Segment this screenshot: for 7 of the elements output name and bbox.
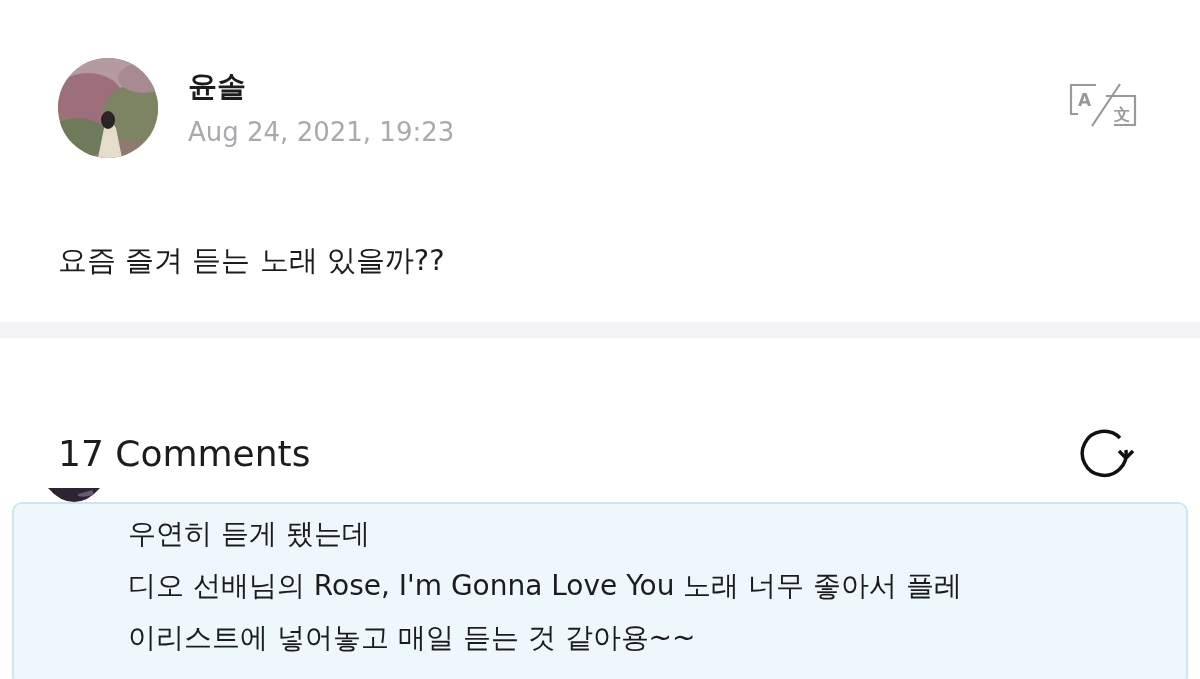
post-text: 요즘 즐겨 듣는 노래 있을까?? bbox=[58, 242, 446, 279]
comments-count: 17 Comments bbox=[58, 432, 311, 476]
post-time: Aug 24, 2021, 19:23 bbox=[188, 116, 455, 149]
comment-text: 이리스트에 넣어놓고 매일 듣는 것 같아용~~ bbox=[128, 620, 697, 656]
comment-text: 디오 선배님의 Rose, I'm Gonna Love You 노래 너무 좋아서 플레 bbox=[128, 568, 964, 604]
comment-text: 우연히 듣게 됐는데 bbox=[128, 516, 371, 552]
author-name: 윤솔 bbox=[188, 68, 247, 104]
